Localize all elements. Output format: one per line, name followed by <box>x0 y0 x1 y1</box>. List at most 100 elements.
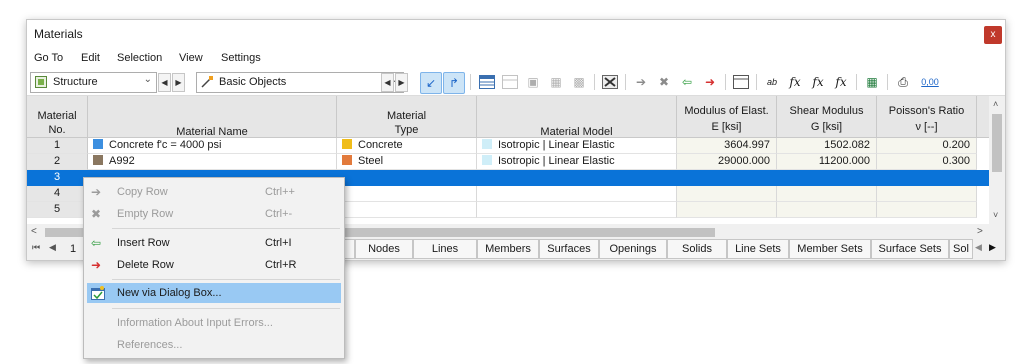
col-header-no[interactable]: Material No. <box>27 96 88 138</box>
material-name-cell[interactable]: A992 <box>88 154 337 170</box>
material-type-cell[interactable]: Concrete <box>337 138 477 154</box>
material-model-cell[interactable] <box>477 186 677 202</box>
export-excel-button[interactable]: ▦ <box>862 72 882 92</box>
modulus-e-cell[interactable] <box>677 202 777 218</box>
formula-button[interactable]: fx <box>785 72 805 92</box>
structure-combo[interactable]: Structure ⌄ <box>30 72 157 93</box>
scroll-down-icon[interactable]: ˅ <box>993 210 998 220</box>
insert-row-tool-icon[interactable]: ⇦ <box>677 72 697 92</box>
menu-insert-row[interactable]: ⇦ Insert Row Ctrl+I <box>87 233 341 253</box>
tab-openings[interactable]: Openings <box>599 239 667 259</box>
tab-lines[interactable]: Lines <box>413 239 477 259</box>
delete-all-button[interactable] <box>600 72 620 92</box>
poisson-ratio-cell[interactable] <box>877 170 989 186</box>
menu-empty-row[interactable]: ✖ Empty Row Ctrl+- <box>87 204 341 224</box>
tab-solid-sets[interactable]: Sol <box>949 239 973 259</box>
scroll-left-icon[interactable]: < <box>31 226 37 237</box>
menu-info-input-errors[interactable]: Information About Input Errors... <box>87 313 341 333</box>
poisson-ratio-cell[interactable]: 0.200 <box>877 138 977 154</box>
menu-edit[interactable]: Edit <box>81 52 100 64</box>
scroll-right-icon[interactable]: > <box>977 226 983 237</box>
tab-partial[interactable] <box>345 239 355 259</box>
insert-block-button[interactable]: ▣ <box>523 72 543 92</box>
copy-block-button[interactable]: ▩ <box>569 72 589 92</box>
prev-object-button[interactable]: ◀ <box>381 73 394 92</box>
delete-row-tool-icon[interactable]: ➜ <box>700 72 720 92</box>
tab-surface-sets[interactable]: Surface Sets <box>871 239 949 259</box>
next-structure-button[interactable]: ▶ <box>172 73 185 92</box>
menu-delete-row-label: Delete Row <box>117 259 174 271</box>
view-panel-button[interactable] <box>731 72 751 92</box>
col-header-type[interactable]: Material Type <box>337 96 477 138</box>
tab-nodes[interactable]: Nodes <box>355 239 413 259</box>
tabs-prev-icon[interactable]: ◀ <box>975 242 982 253</box>
menu-selection[interactable]: Selection <box>117 52 162 64</box>
poisson-ratio-cell[interactable] <box>877 202 977 218</box>
tab-surfaces[interactable]: Surfaces <box>539 239 599 259</box>
objects-combo[interactable]: Basic Objects ⌄ <box>196 72 404 93</box>
shear-modulus-cell[interactable] <box>777 186 877 202</box>
shear-modulus-cell[interactable]: 1502.082 <box>777 138 877 154</box>
col-header-model[interactable]: Material Model <box>477 96 677 138</box>
first-page-icon[interactable]: ⏮ <box>32 242 40 253</box>
model-color-swatch <box>482 139 492 149</box>
material-type-cell[interactable]: Steel <box>337 154 477 170</box>
tab-solids[interactable]: Solids <box>667 239 727 259</box>
tab-members[interactable]: Members <box>477 239 539 259</box>
menu-references[interactable]: References... <box>87 335 341 355</box>
formula-check-button[interactable]: fx <box>831 72 851 92</box>
table-row[interactable]: 2 A992 Steel Isotropic | Linear Elastic … <box>27 154 989 170</box>
modulus-e-cell[interactable] <box>677 170 777 186</box>
copy-row-tool-icon[interactable]: ➔ <box>631 72 651 92</box>
col-header-e[interactable]: Modulus of Elast. E [ksi] <box>677 96 777 138</box>
pick-cursor-button[interactable]: ↱ <box>443 72 465 94</box>
close-button[interactable]: x <box>984 26 1002 44</box>
poisson-ratio-cell[interactable] <box>877 186 977 202</box>
decimals-button[interactable]: 0,00 <box>916 72 944 92</box>
menu-delete-row[interactable]: ➜ Delete Row Ctrl+R <box>87 255 341 275</box>
empty-row-tool-icon[interactable]: ✖ <box>654 72 674 92</box>
material-model-cell[interactable] <box>477 202 677 218</box>
menu-go-to[interactable]: Go To <box>34 52 63 64</box>
modulus-e-cell[interactable]: 29000.000 <box>677 154 777 170</box>
modulus-e-cell[interactable]: 3604.997 <box>677 138 777 154</box>
table-view-button[interactable] <box>477 72 497 92</box>
print-button[interactable]: ⎙ <box>893 72 913 92</box>
menu-copy-row[interactable]: ➔ Copy Row Ctrl++ <box>87 182 341 202</box>
menu-view[interactable]: View <box>179 52 203 64</box>
shear-modulus-cell[interactable] <box>777 202 877 218</box>
material-type-cell[interactable] <box>337 186 477 202</box>
col-header-name[interactable]: Material Name <box>88 96 337 138</box>
shear-modulus-cell[interactable] <box>777 170 877 186</box>
material-model-cell[interactable] <box>477 170 677 186</box>
shear-modulus-cell[interactable]: 11200.000 <box>777 154 877 170</box>
scroll-thumb[interactable] <box>992 114 1002 172</box>
vertical-scrollbar[interactable]: ˄ ˅ <box>989 96 1005 225</box>
material-model-cell[interactable]: Isotropic | Linear Elastic <box>477 154 677 170</box>
delete-block-button[interactable]: ▦ <box>546 72 566 92</box>
material-name-cell[interactable]: Concrete f'c = 4000 psi <box>88 138 337 154</box>
text-edit-button[interactable]: ab <box>762 72 782 92</box>
select-cursor-button[interactable]: ↙ <box>420 72 442 94</box>
prev-page-icon[interactable]: ◀ <box>49 242 56 253</box>
col-header-g[interactable]: Shear Modulus G [ksi] <box>777 96 877 138</box>
prev-structure-button[interactable]: ◀ <box>158 73 171 92</box>
tab-member-sets[interactable]: Member Sets <box>789 239 871 259</box>
scroll-up-icon[interactable]: ˄ <box>993 99 998 109</box>
col-header-nu[interactable]: Poisson's Ratio ν [--] <box>877 96 977 138</box>
table-row[interactable]: 1 Concrete f'c = 4000 psi Concrete Isotr… <box>27 138 989 154</box>
material-type-cell[interactable] <box>337 202 477 218</box>
menu-settings[interactable]: Settings <box>221 52 261 64</box>
chevron-down-icon: ⌄ <box>143 74 152 85</box>
row-number: 3 <box>27 170 88 186</box>
menu-new-via-dialog[interactable]: New via Dialog Box... <box>87 283 341 303</box>
modulus-e-cell[interactable] <box>677 186 777 202</box>
next-object-button[interactable]: ▶ <box>395 73 408 92</box>
tab-line-sets[interactable]: Line Sets <box>727 239 789 259</box>
filter-table-button[interactable] <box>500 72 520 92</box>
material-type-cell[interactable] <box>337 170 477 186</box>
material-model-cell[interactable]: Isotropic | Linear Elastic <box>477 138 677 154</box>
formula-edit-button[interactable]: fx <box>808 72 828 92</box>
tabs-next-icon[interactable]: ▶ <box>989 242 996 253</box>
poisson-ratio-cell[interactable]: 0.300 <box>877 154 977 170</box>
